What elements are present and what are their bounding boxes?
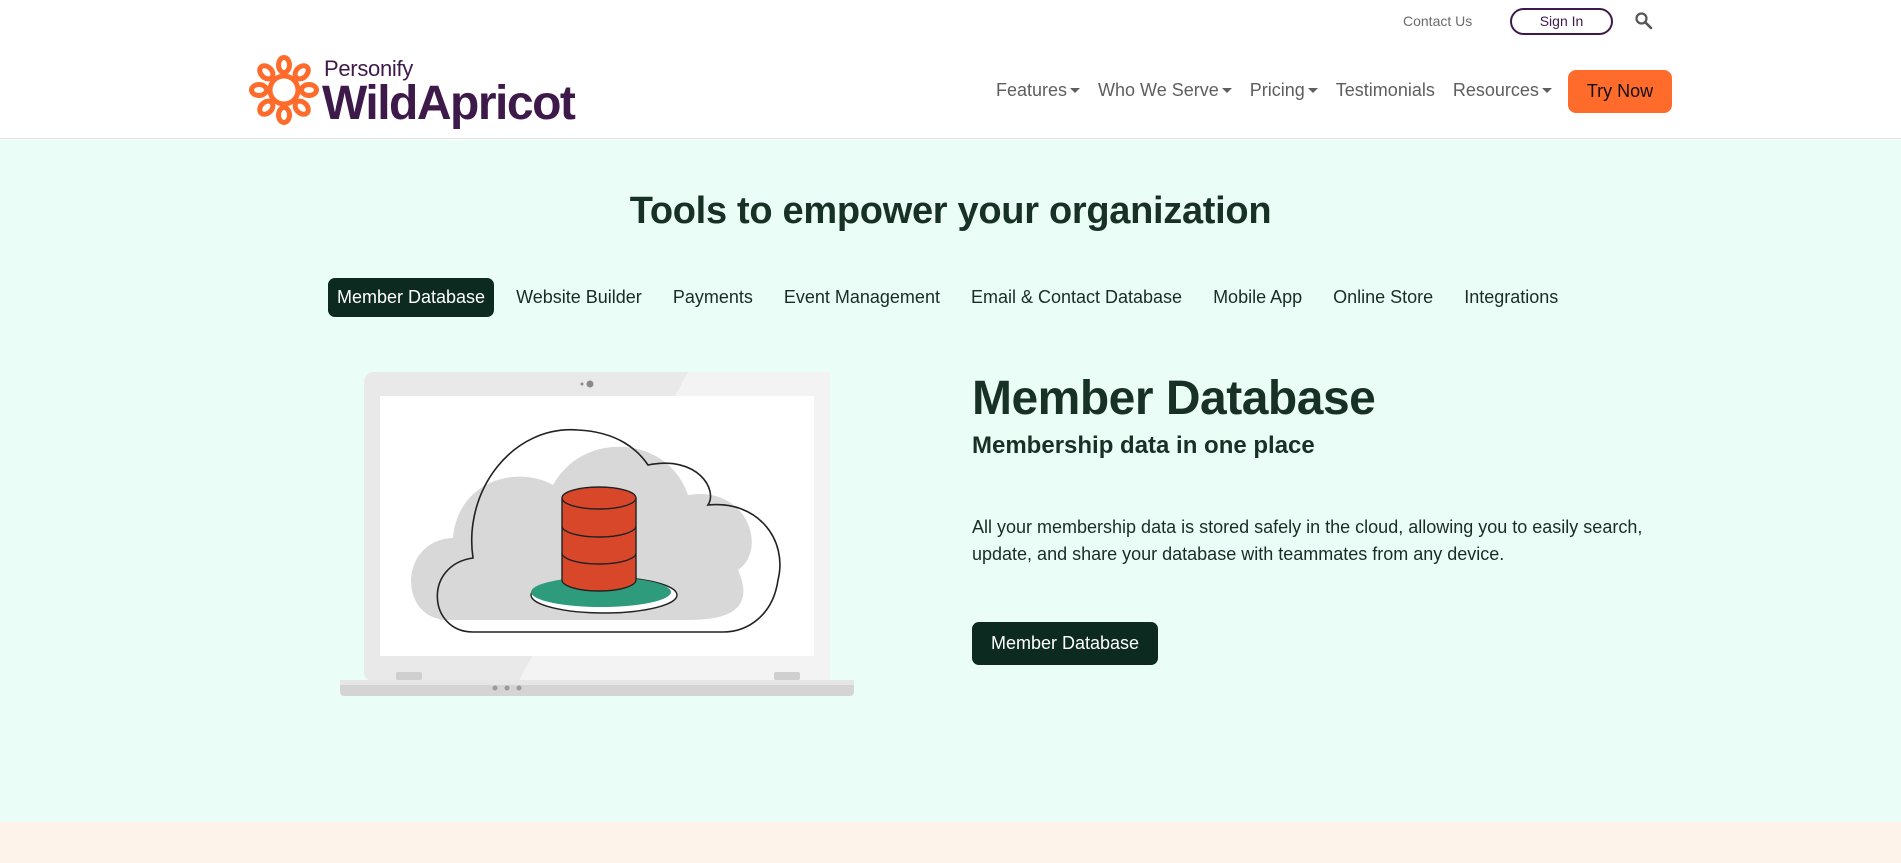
section-title: Tools to empower your organization	[629, 190, 1272, 232]
next-section-strip	[0, 822, 1901, 863]
tab-website-builder[interactable]: Website Builder	[507, 278, 651, 317]
tab-mobile-app[interactable]: Mobile App	[1204, 278, 1311, 317]
sign-in-button[interactable]: Sign In	[1510, 8, 1613, 35]
utility-bar: Contact Us Sign In	[0, 0, 1901, 42]
feature-subheading: Membership data in one place	[972, 432, 1315, 459]
nav-item-label: Features	[996, 80, 1068, 100]
nav-item-label: Pricing	[1249, 80, 1305, 100]
nav-item-label: Who We Serve	[1098, 80, 1219, 100]
chevron-down-icon	[1221, 88, 1232, 93]
wildapricot-logo[interactable]: Personify WildApricot	[246, 52, 576, 132]
chevron-down-icon	[1307, 88, 1318, 93]
nav-item-label: Testimonials	[1335, 80, 1435, 100]
tab-online-store[interactable]: Online Store	[1324, 278, 1442, 317]
feature-content: Member Database Membership data in one p…	[972, 370, 1692, 665]
site-header: Personify WildApricot Features Who We Se…	[0, 42, 1901, 139]
logo-wordmark-big: WildApricot	[322, 77, 576, 130]
nav-item-testimonials[interactable]: Testimonials	[1336, 80, 1435, 101]
nav-item-who-we-serve[interactable]: Who We Serve	[1098, 80, 1232, 101]
main-nav: Features Who We Serve Pricing Testimonia…	[996, 42, 1570, 139]
contact-us-link[interactable]: Contact Us	[1403, 13, 1472, 29]
tab-payments[interactable]: Payments	[664, 278, 762, 317]
tab-integrations[interactable]: Integrations	[1455, 278, 1567, 317]
feature-heading: Member Database	[972, 372, 1376, 425]
feature-description: All your membership data is stored safel…	[972, 517, 1643, 564]
tab-member-database[interactable]: Member Database	[328, 277, 495, 317]
nav-item-pricing[interactable]: Pricing	[1250, 80, 1318, 101]
laptop-cloud-database-illustration	[338, 370, 856, 702]
nav-item-label: Resources	[1452, 80, 1539, 100]
try-now-button[interactable]: Try Now	[1568, 70, 1672, 113]
search-icon[interactable]	[1634, 11, 1654, 31]
chevron-down-icon	[1070, 88, 1081, 93]
chevron-down-icon	[1541, 88, 1552, 93]
apricot-flower-logo-icon	[246, 52, 322, 128]
nav-item-resources[interactable]: Resources	[1453, 80, 1552, 101]
tab-email-contact-database[interactable]: Email & Contact Database	[962, 278, 1191, 317]
tab-event-management[interactable]: Event Management	[775, 278, 949, 317]
member-database-button[interactable]: Member Database	[972, 622, 1159, 665]
nav-item-features[interactable]: Features	[996, 80, 1081, 101]
feature-tabs: Member Database Website Builder Payments…	[328, 277, 1580, 317]
